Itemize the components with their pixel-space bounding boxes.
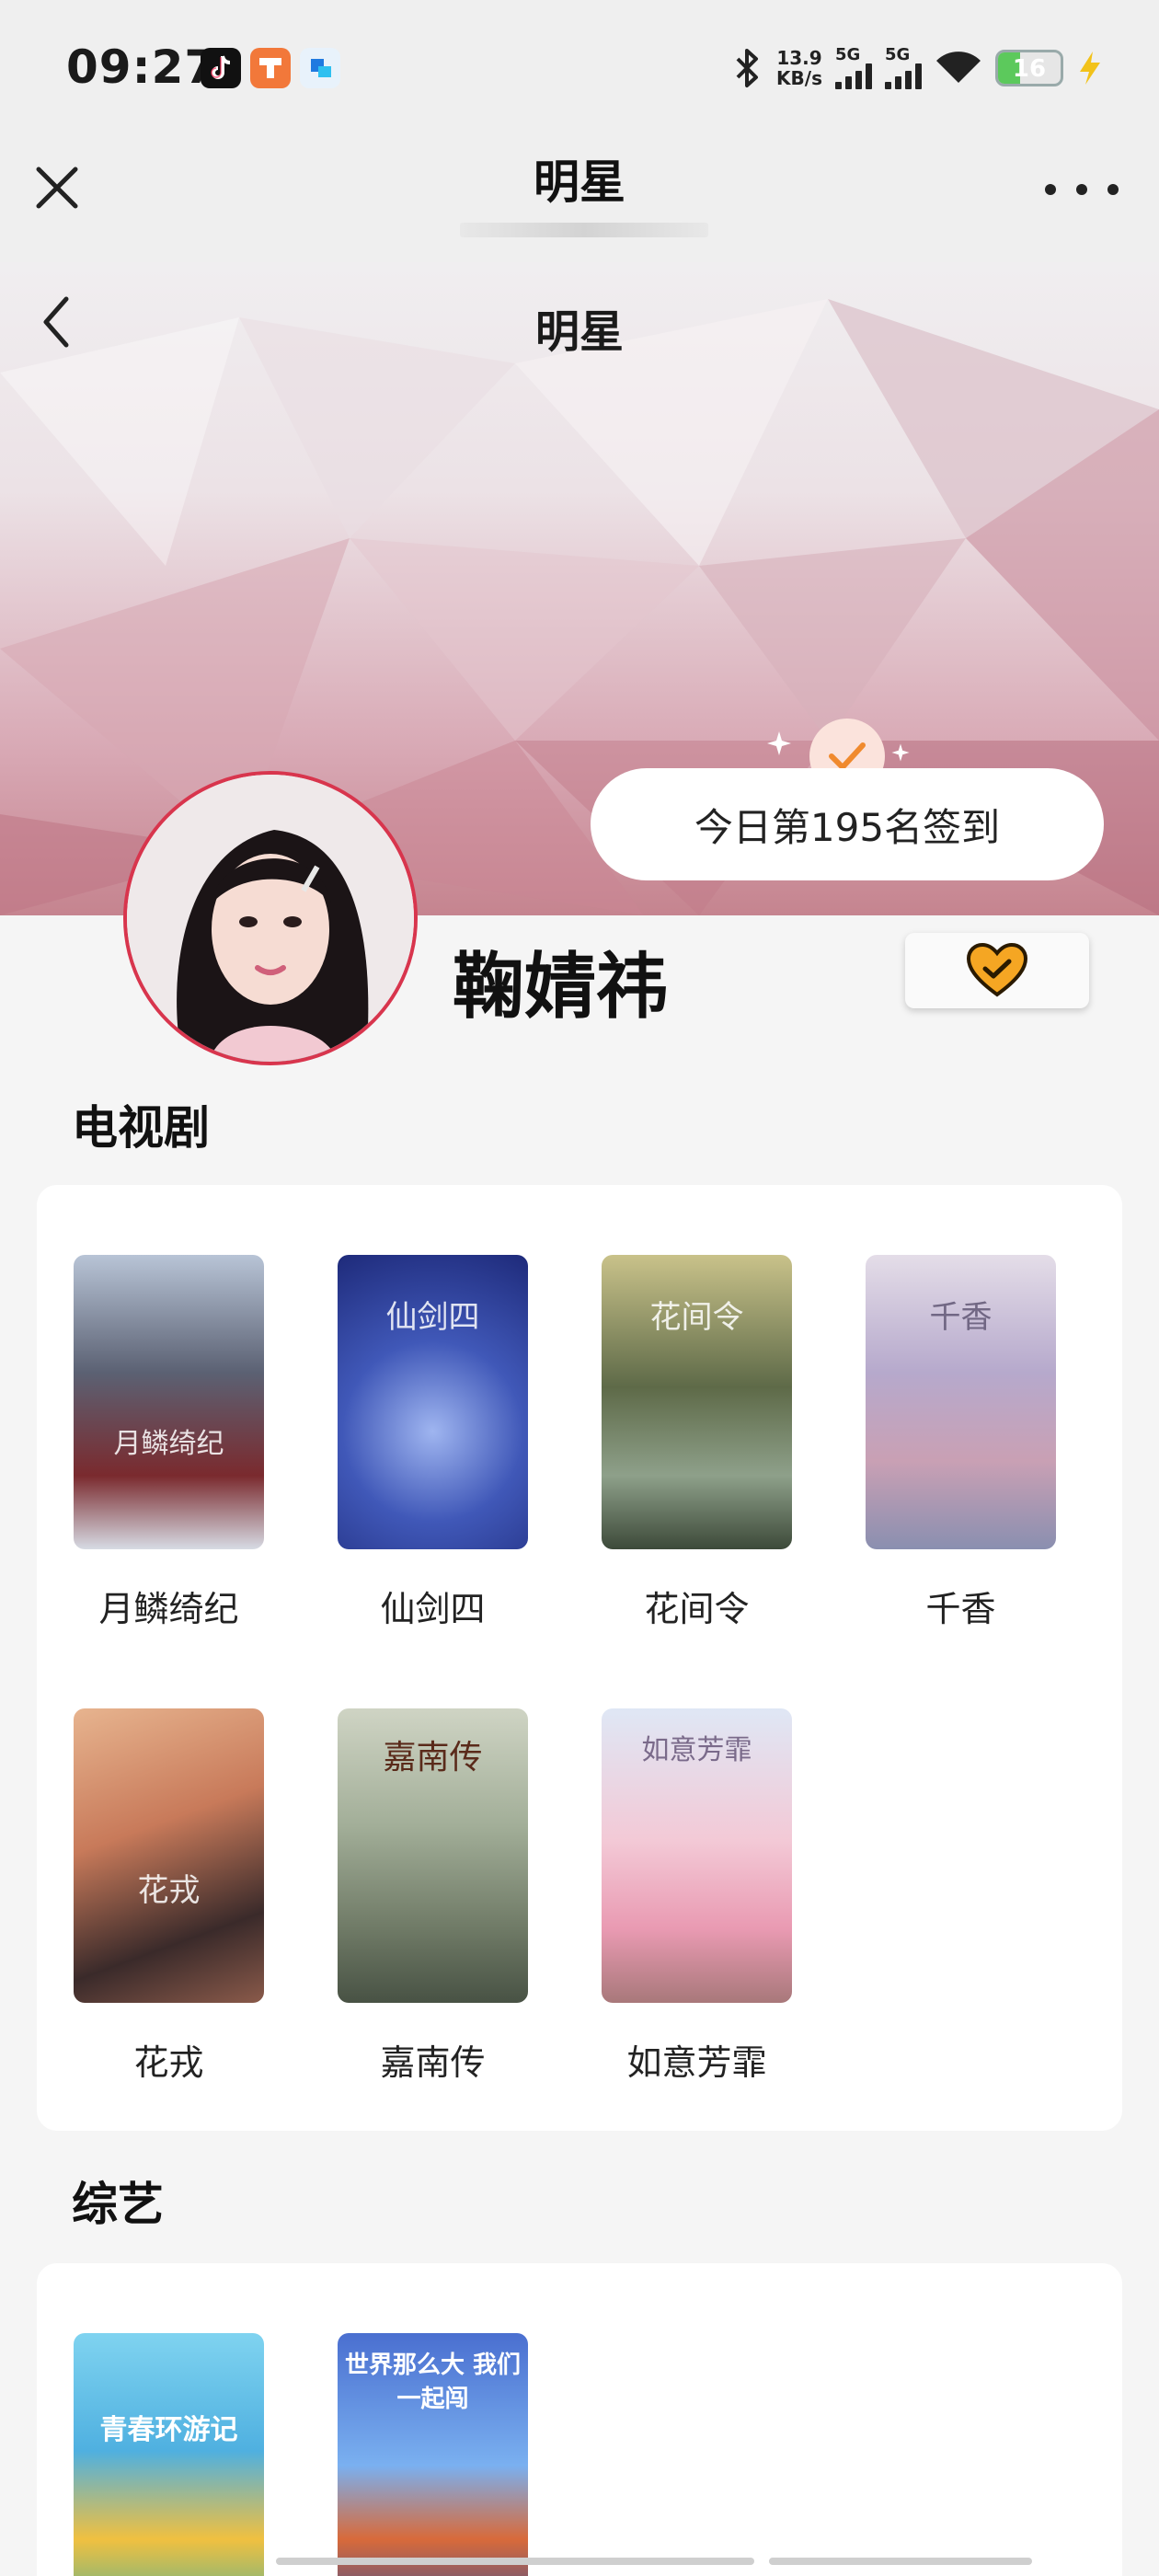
home-indicator-secondary <box>769 2558 1032 2565</box>
charging-icon <box>1080 52 1100 85</box>
sparkle-icon <box>767 731 791 755</box>
net-speed-unit: KB/s <box>776 67 822 89</box>
battery-icon: 16 <box>995 50 1063 86</box>
net-speed-value: 13.9 <box>776 47 822 69</box>
page-title: 明星 <box>534 155 625 209</box>
tv-item-title: 仙剑四 <box>380 1589 486 1629</box>
net-speed: 13.9 KB/s <box>776 48 822 88</box>
more-dot-icon <box>1107 184 1119 195</box>
signal-bars-icon <box>885 63 922 89</box>
tv-card: 月鳞绮纪 月鳞绮纪 仙剑四 仙剑四 花间令 花间令 千香 千香 花戎 花戎 嘉南… <box>37 1185 1122 2131</box>
status-indicators: 13.9 KB/s 5G 5G 16 <box>732 42 1104 94</box>
top-nav: 明星 <box>0 138 1159 262</box>
variety-card: 青春环游记 世界那么大 我们一起闯 <box>37 2263 1122 2576</box>
sparkle-icon <box>891 743 910 762</box>
tv-item-title: 嘉南传 <box>380 2042 486 2083</box>
signal-2: 5G <box>885 47 922 89</box>
battery-level: 16 <box>1012 55 1047 83</box>
signal-1-label: 5G <box>835 45 861 64</box>
home-indicator[interactable] <box>276 2558 754 2565</box>
variety-grid: 青春环游记 世界那么大 我们一起闯 <box>74 2333 1056 2576</box>
tv-section-title: 电视剧 <box>72 1101 210 1155</box>
tv-item[interactable]: 月鳞绮纪 月鳞绮纪 <box>74 1255 264 1631</box>
variety-item[interactable]: 青春环游记 <box>74 2333 264 2576</box>
signal-bars-icon <box>835 63 872 89</box>
checkin-pill[interactable]: 今日第195名签到 <box>591 768 1104 880</box>
status-bar: 09:27 13.9 KB/s 5G 5G 16 <box>0 0 1159 138</box>
poster-title-text: 世界那么大 我们一起闯 <box>344 2352 522 2413</box>
tv-poster[interactable]: 仙剑四 <box>338 1255 528 1549</box>
status-time: 09:27 <box>66 40 218 94</box>
nav-subtitle-blurred <box>460 223 708 237</box>
tv-item-title: 月鳞绮纪 <box>98 1589 239 1629</box>
tv-poster[interactable]: 花间令 <box>602 1255 792 1549</box>
avatar <box>123 771 418 1065</box>
tv-item[interactable]: 花戎 花戎 <box>74 1708 264 2085</box>
signal-1: 5G <box>835 47 872 89</box>
blue-app-icon <box>300 48 340 88</box>
banner-title: 明星 <box>534 306 624 358</box>
poster-title-text: 青春环游记 <box>99 2414 238 2446</box>
signal-2-label: 5G <box>885 45 911 64</box>
wifi-icon <box>936 52 981 83</box>
follow-button[interactable] <box>905 933 1089 1008</box>
variety-poster[interactable]: 世界那么大 我们一起闯 <box>338 2333 528 2576</box>
tv-poster[interactable]: 千香 <box>866 1255 1056 1549</box>
tiktok-icon <box>201 48 241 88</box>
orange-app-icon <box>250 48 291 88</box>
heart-check-icon <box>966 943 1028 997</box>
poster-title-text: 嘉南传 <box>383 1739 483 1777</box>
more-button[interactable] <box>1045 180 1119 199</box>
poster-title-text: 千香 <box>929 1299 993 1336</box>
more-dot-icon <box>1076 184 1087 195</box>
bluetooth-icon <box>736 49 759 87</box>
tv-item[interactable]: 仙剑四 仙剑四 <box>338 1255 528 1631</box>
tv-item[interactable]: 嘉南传 嘉南传 <box>338 1708 528 2085</box>
more-dot-icon <box>1045 184 1056 195</box>
tv-item[interactable]: 千香 千香 <box>866 1255 1056 1631</box>
tv-poster[interactable]: 如意芳霏 <box>602 1708 792 2003</box>
poster-title-text: 花戎 <box>137 1872 201 1909</box>
poster-title-text: 月鳞绮纪 <box>113 1428 224 1460</box>
tv-item-title: 花戎 <box>133 2042 204 2083</box>
tv-item[interactable]: 如意芳霏 如意芳霏 <box>602 1708 792 2085</box>
portrait-image <box>127 775 414 1062</box>
tv-poster[interactable]: 月鳞绮纪 <box>74 1255 264 1549</box>
poster-title-text: 如意芳霏 <box>641 1734 752 1766</box>
variety-poster[interactable]: 青春环游记 <box>74 2333 264 2576</box>
poster-title-text: 花间令 <box>649 1299 744 1336</box>
tv-item-title: 如意芳霏 <box>626 2042 767 2083</box>
tv-poster[interactable]: 花戎 <box>74 1708 264 2003</box>
tv-grid: 月鳞绮纪 月鳞绮纪 仙剑四 仙剑四 花间令 花间令 千香 千香 花戎 花戎 嘉南… <box>74 1255 1056 2085</box>
tv-item-title: 千香 <box>925 1589 996 1629</box>
poster-title-text: 仙剑四 <box>385 1299 480 1336</box>
variety-section-title: 综艺 <box>72 2178 164 2231</box>
tv-item-title: 花间令 <box>644 1589 750 1629</box>
tv-poster[interactable]: 嘉南传 <box>338 1708 528 2003</box>
variety-item[interactable]: 世界那么大 我们一起闯 <box>338 2333 528 2576</box>
tv-item[interactable]: 花间令 花间令 <box>602 1255 792 1631</box>
star-name: 鞠婧祎 <box>453 946 669 1029</box>
